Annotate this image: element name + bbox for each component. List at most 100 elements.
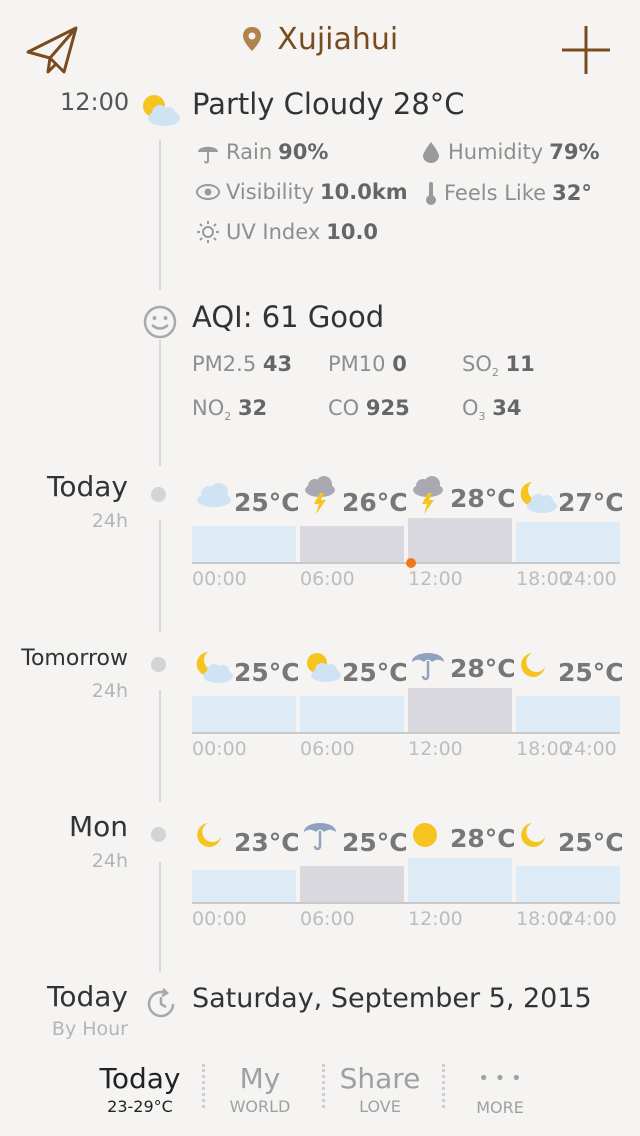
add-city-button[interactable]	[560, 24, 612, 80]
timeline-line	[159, 520, 161, 632]
forecast-temp: 25°C	[558, 828, 624, 857]
forecast-bar	[300, 866, 404, 902]
timeline-line	[159, 340, 161, 466]
moon-cloud-icon	[518, 480, 558, 520]
forecast-temp: 28°C	[450, 654, 516, 683]
feels-like-label: Feels Like	[444, 181, 547, 205]
umbrella-icon	[198, 146, 218, 164]
timeline-dot	[151, 657, 166, 672]
visibility-stat: Visibility 10.0km	[196, 180, 408, 204]
clock-refresh-icon[interactable]	[145, 988, 177, 1024]
aqi-so2: SO2 11	[462, 352, 535, 380]
aqi-no2: NO2 32	[192, 396, 268, 424]
feels-like-value: 32°	[552, 181, 592, 205]
sun-cloud-icon	[302, 650, 342, 688]
humidity-label: Humidity	[448, 140, 544, 164]
forecast-bar	[408, 688, 512, 732]
forecast-temp: 25°C	[342, 658, 408, 687]
forecast-bar	[192, 526, 296, 562]
current-time: 12:00	[60, 88, 130, 116]
time-tick: 24:00	[562, 908, 617, 930]
droplet-icon	[423, 142, 439, 163]
sun-cloud-icon	[138, 92, 182, 132]
time-tick: 06:00	[300, 738, 355, 760]
location-name: Xujiahui	[277, 22, 399, 57]
forecast-temp: 25°C	[342, 828, 408, 857]
eye-icon	[196, 184, 220, 200]
time-tick: 12:00	[408, 568, 463, 590]
day-name: Mon	[68, 810, 128, 843]
nav-today[interactable]: Today 23-29°C	[90, 1062, 190, 1116]
forecast-bar	[408, 858, 512, 902]
moon-icon	[518, 820, 548, 854]
uv-value: 10.0	[326, 220, 379, 244]
plus-icon	[562, 26, 610, 74]
uv-stat: UV Index 10.0	[196, 220, 378, 244]
sun-icon	[410, 820, 440, 854]
time-tick: 06:00	[300, 908, 355, 930]
umbrella-icon	[302, 816, 338, 856]
current-condition-title: Partly Cloudy 28°C	[192, 87, 465, 121]
location-title[interactable]: Xujiahui	[0, 22, 640, 57]
hourly-day-sub: By Hour	[51, 1018, 128, 1040]
current-time-marker	[406, 558, 416, 568]
forecast-temp: 28°C	[450, 824, 516, 853]
uv-label: UV Index	[226, 220, 321, 244]
nav-share-love[interactable]: Share LOVE	[334, 1062, 426, 1116]
nav-separator	[442, 1064, 445, 1108]
time-tick: 12:00	[408, 908, 463, 930]
day-name: Tomorrow	[21, 646, 128, 671]
forecast-temp: 28°C	[450, 484, 516, 513]
humidity-value: 79%	[549, 140, 600, 164]
day-sub: 24h	[91, 850, 128, 872]
nav-more[interactable]: • • • MORE	[454, 1062, 546, 1117]
thermometer-icon	[426, 182, 436, 205]
timeline-dot	[151, 827, 166, 842]
forecast-bar	[300, 526, 404, 562]
location-pin-icon	[242, 22, 278, 57]
time-axis	[192, 732, 620, 734]
time-tick: 00:00	[192, 908, 247, 930]
time-tick: 12:00	[408, 738, 463, 760]
cloud-icon	[194, 480, 234, 512]
hourly-day-name: Today	[47, 980, 128, 1013]
umbrella-icon	[410, 646, 446, 686]
forecast-temp: 23°C	[234, 828, 300, 857]
day-sub: 24h	[91, 510, 128, 532]
time-tick: 24:00	[562, 568, 617, 590]
nav-separator	[322, 1064, 325, 1108]
aqi-pm25: PM2.5 43	[192, 352, 293, 376]
aqi-pm10: PM10 0	[328, 352, 407, 376]
moon-icon	[194, 820, 224, 854]
forecast-temp: 27°C	[558, 488, 624, 517]
feels-like-stat: Feels Like 32°	[424, 180, 592, 206]
forecast-bar	[516, 522, 620, 562]
moon-icon	[518, 650, 548, 684]
visibility-value: 10.0km	[320, 180, 408, 204]
day-sub: 24h	[91, 680, 128, 702]
forecast-temp: 26°C	[342, 488, 408, 517]
forecast-bar	[516, 696, 620, 732]
thunderstorm-icon	[410, 476, 446, 520]
timeline-dot	[151, 487, 166, 502]
timeline-line	[159, 862, 161, 972]
visibility-label: Visibility	[226, 180, 315, 204]
aqi-co: CO 925	[328, 396, 410, 420]
forecast-bar	[516, 866, 620, 902]
smiley-icon	[142, 304, 178, 344]
forecast-bar	[192, 696, 296, 732]
humidity-stat: Humidity 79%	[420, 140, 599, 164]
nav-my-world[interactable]: My WORLD	[214, 1062, 306, 1116]
rain-value: 90%	[278, 140, 329, 164]
moon-cloud-icon	[194, 650, 234, 690]
forecast-temp: 25°C	[234, 488, 300, 517]
forecast-temp: 25°C	[234, 658, 300, 687]
timeline-line	[159, 140, 161, 290]
sun-outline-icon	[197, 221, 219, 243]
time-tick: 00:00	[192, 738, 247, 760]
time-tick: 24:00	[562, 738, 617, 760]
nav-separator	[202, 1064, 205, 1108]
timeline-line	[159, 690, 161, 802]
time-tick: 06:00	[300, 568, 355, 590]
day-name: Today	[47, 470, 128, 503]
